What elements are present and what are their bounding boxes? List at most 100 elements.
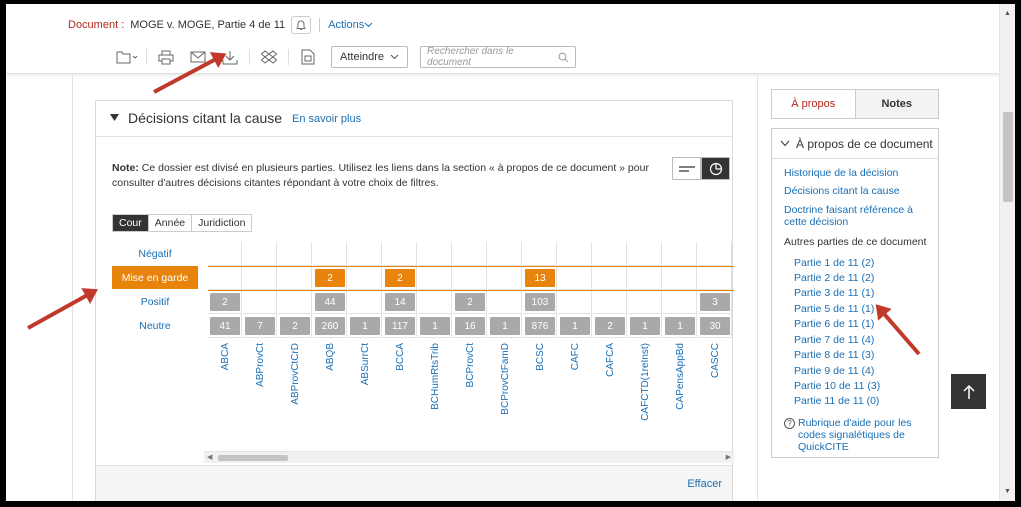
folder-menu-button[interactable] [114,46,140,68]
document-toolbar: Atteindre Rechercher dans le document [114,46,577,68]
horizontal-scrollbar[interactable]: ◀ ▶ [204,451,734,463]
part-link[interactable]: Partie 5 de 11 (1) [794,303,874,315]
print-button[interactable] [153,46,179,68]
goto-dropdown[interactable]: Atteindre [331,46,409,68]
part-link[interactable]: Partie 11 de 11 (0) [794,395,879,407]
citation-count[interactable]: 13 [525,269,555,287]
vertical-scrollbar[interactable]: ▲ ▼ [999,4,1015,501]
grid-cell[interactable]: 103 [523,290,557,314]
grid-cell [208,242,242,266]
learn-more-link[interactable]: En savoir plus [292,113,361,125]
link-citing-decisions[interactable]: Décisions citant la cause [784,185,900,197]
scroll-down-icon[interactable]: ▼ [1004,488,1011,495]
grid-cell[interactable]: 1 [488,314,522,338]
clear-button[interactable]: Effacer [687,478,722,490]
citation-count[interactable]: 41 [210,317,240,335]
grid-cell[interactable]: 260 [313,314,347,338]
citation-count[interactable]: 260 [315,317,345,335]
scroll-thumb[interactable] [1003,112,1013,202]
document-view-button[interactable] [295,46,321,68]
actions-menu[interactable]: Actions [328,19,373,31]
part-link[interactable]: Partie 9 de 11 (4) [794,365,874,377]
citation-count[interactable]: 2 [455,293,485,311]
citation-count[interactable]: 2 [595,317,625,335]
citation-count[interactable]: 44 [315,293,345,311]
grid-cell[interactable]: 2 [208,290,242,314]
part-link[interactable]: Partie 2 de 11 (2) [794,272,874,284]
grid-cell[interactable]: 1 [663,314,697,338]
chart-view-button[interactable] [701,157,730,180]
court-label-text: CAFCTD(1reInst) [640,343,651,421]
part-link[interactable]: Partie 7 de 11 (4) [794,334,874,346]
about-section-header[interactable]: À propos de ce document [772,129,938,159]
citation-count[interactable]: 1 [490,317,520,335]
grid-cell [593,266,627,290]
collapse-toggle[interactable] [110,113,119,123]
row-label-negatif[interactable]: Négatif [112,242,198,265]
citation-count[interactable]: 1 [560,317,590,335]
part-link[interactable]: Partie 10 de 11 (3) [794,380,880,392]
grid-cell[interactable]: 3 [698,290,732,314]
grid-cell[interactable]: 876 [523,314,557,338]
citation-count[interactable]: 3 [700,293,730,311]
grid-cell[interactable]: 2 [278,314,312,338]
grid-cell[interactable]: 1 [348,314,382,338]
grid-cell [453,266,487,290]
part-link[interactable]: Partie 8 de 11 (3) [794,349,874,361]
citation-count[interactable]: 7 [245,317,275,335]
tab-juridiction[interactable]: Juridiction [192,215,252,231]
row-label-neutre[interactable]: Neutre [112,314,198,337]
dropbox-button[interactable] [256,46,282,68]
citation-count[interactable]: 1 [350,317,380,335]
link-doctrine[interactable]: Doctrine faisant référence à cette décis… [784,204,924,228]
grid-cell[interactable]: 13 [523,266,557,290]
part-link[interactable]: Partie 6 de 11 (1) [794,318,874,330]
grid-cell[interactable]: 2 [453,290,487,314]
grid-cell[interactable]: 41 [208,314,242,338]
grid-cell [558,290,592,314]
citation-count[interactable]: 14 [385,293,415,311]
tab-about[interactable]: À propos [772,90,856,118]
citation-count[interactable]: 2 [315,269,345,287]
citation-count[interactable]: 2 [385,269,415,287]
citation-count[interactable]: 103 [525,293,555,311]
citation-count[interactable]: 1 [630,317,660,335]
row-label-mise-en-garde[interactable]: Mise en garde [112,266,198,289]
scroll-up-icon[interactable]: ▲ [1004,10,1011,17]
grid-cell[interactable]: 14 [383,290,417,314]
tab-annee[interactable]: Année [148,215,193,231]
grid-cell[interactable]: 2 [313,266,347,290]
grid-cell[interactable]: 1 [628,314,662,338]
grid-cell[interactable]: 2 [383,266,417,290]
tab-notes[interactable]: Notes [855,90,938,118]
link-decision-history[interactable]: Historique de la décision [784,167,898,179]
document-search-input[interactable]: Rechercher dans le document [420,46,577,68]
citation-count[interactable]: 1 [420,317,450,335]
citation-count[interactable]: 30 [700,317,730,335]
citation-count[interactable]: 1 [665,317,695,335]
scroll-right-icon[interactable]: ▶ [726,453,731,461]
grid-cell[interactable]: 16 [453,314,487,338]
grid-cell[interactable]: 44 [313,290,347,314]
grid-cell[interactable]: 1 [418,314,452,338]
citation-count[interactable]: 2 [210,293,240,311]
grid-cell[interactable]: 7 [243,314,277,338]
citation-count[interactable]: 876 [525,317,555,335]
citation-count[interactable]: 2 [280,317,310,335]
grid-cell[interactable]: 2 [593,314,627,338]
alert-bell-button[interactable] [291,16,312,34]
citation-count[interactable]: 117 [385,317,415,335]
part-link[interactable]: Partie 3 de 11 (1) [794,287,874,299]
scroll-thumb[interactable] [218,455,288,461]
tab-cour[interactable]: Cour [113,215,149,231]
grid-cell[interactable]: 1 [558,314,592,338]
grid-cell[interactable]: 30 [698,314,732,338]
grid-cell[interactable]: 117 [383,314,417,338]
quickcite-help-link[interactable]: ? Rubrique d'aide pour les codes signalé… [784,417,934,453]
row-label-positif[interactable]: Positif [112,290,198,313]
back-to-top-button[interactable] [951,374,986,409]
citation-count[interactable]: 16 [455,317,485,335]
scroll-left-icon[interactable]: ◀ [207,453,212,461]
part-link[interactable]: Partie 1 de 11 (2) [794,257,874,269]
list-view-button[interactable] [672,157,701,180]
